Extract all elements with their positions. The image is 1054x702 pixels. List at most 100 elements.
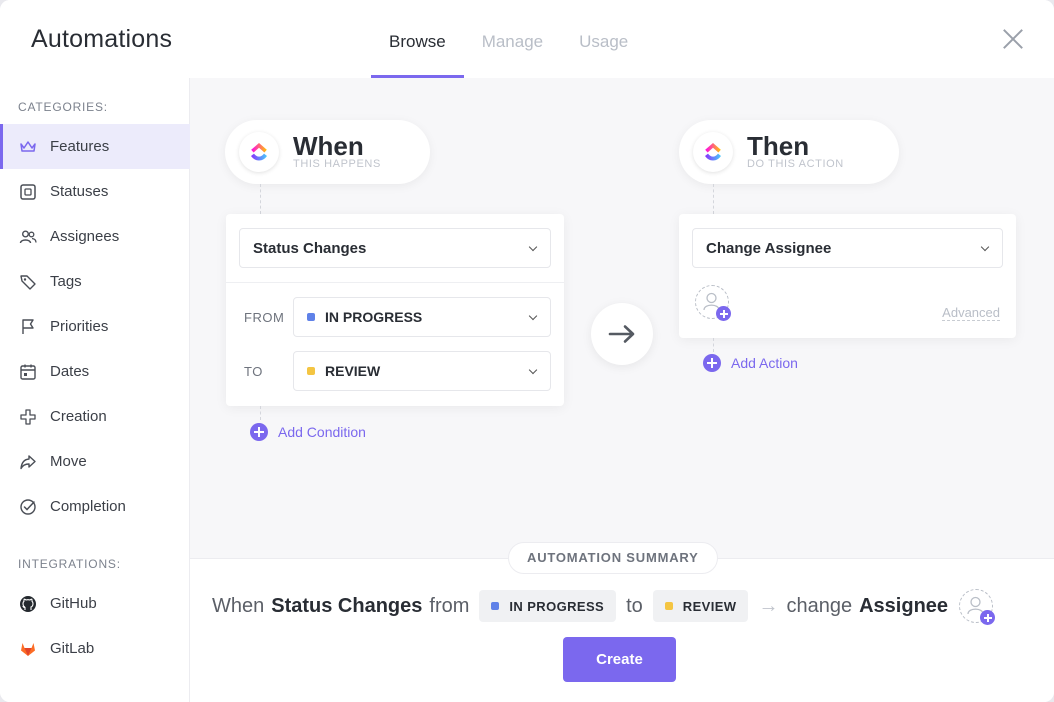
check-circle-icon <box>19 498 37 516</box>
then-header-text: Then DO THIS ACTION <box>747 131 844 170</box>
tab-bar: Browse Manage Usage <box>371 0 646 78</box>
sidebar-item-github[interactable]: GitHub <box>0 581 190 626</box>
from-status-select[interactable]: IN PROGRESS <box>293 297 551 337</box>
crown-icon <box>19 138 37 156</box>
action-card: Change Assignee Advanced <box>679 214 1016 338</box>
sidebar-item-assignees[interactable]: Assignees <box>0 214 190 259</box>
tab-browse[interactable]: Browse <box>371 0 464 78</box>
integrations-heading: INTEGRATIONS: <box>18 557 121 571</box>
plus-icon <box>250 423 268 441</box>
chevron-down-icon <box>528 365 538 375</box>
chevron-down-icon <box>528 311 538 321</box>
action-select-value: Change Assignee <box>706 239 832 257</box>
tag-icon <box>19 273 37 291</box>
plus-icon <box>703 354 721 372</box>
summary-to-status-label: REVIEW <box>682 598 737 614</box>
sidebar-item-label: Creation <box>50 408 107 425</box>
automations-modal: Automations Browse Manage Usage CATEGORI… <box>0 0 1054 702</box>
sidebar-item-label: Dates <box>50 363 90 380</box>
sidebar-item-label: Statuses <box>50 183 109 200</box>
to-status-value: REVIEW <box>325 363 381 379</box>
add-condition-label: Add Condition <box>278 424 366 440</box>
sidebar-item-tags[interactable]: Tags <box>0 259 190 304</box>
summary-heading: AUTOMATION SUMMARY <box>508 542 718 574</box>
summary-to: to <box>626 594 643 617</box>
trigger-card: Status Changes FROM IN PROGRESS TO REVIE… <box>226 214 564 406</box>
sidebar-item-gitlab[interactable]: GitLab <box>0 626 190 671</box>
tab-usage[interactable]: Usage <box>561 0 646 78</box>
tab-manage[interactable]: Manage <box>464 0 561 78</box>
summary-target: Assignee <box>859 594 949 617</box>
square-icon <box>19 183 37 201</box>
advanced-link[interactable]: Advanced <box>942 305 1000 321</box>
add-condition-button[interactable]: Add Condition <box>250 423 366 441</box>
modal-title: Automations <box>31 25 173 53</box>
summary-change: change <box>786 594 853 617</box>
then-subtitle: DO THIS ACTION <box>747 158 844 170</box>
sidebar-item-label: GitLab <box>50 640 95 657</box>
plus-cross-icon <box>19 408 37 426</box>
add-action-button[interactable]: Add Action <box>703 354 798 372</box>
when-header-text: When THIS HAPPENS <box>293 131 381 170</box>
connector-line <box>260 406 261 420</box>
then-header: Then DO THIS ACTION <box>679 120 899 184</box>
summary-from-status-label: IN PROGRESS <box>509 598 605 614</box>
share-arrow-icon <box>19 453 37 471</box>
arrow-right-icon: → <box>758 594 779 617</box>
chevron-down-icon <box>980 242 990 252</box>
add-action-label: Add Action <box>731 355 798 371</box>
sidebar-item-label: Move <box>50 453 87 470</box>
when-header: When THIS HAPPENS <box>225 120 430 184</box>
automation-summary: AUTOMATION SUMMARY When Status Changes f… <box>190 542 1054 702</box>
sidebar-item-features[interactable]: Features <box>0 124 190 169</box>
then-title: Then <box>747 131 810 161</box>
from-label: FROM <box>244 310 285 325</box>
when-title: When <box>293 131 364 161</box>
summary-from: from <box>429 594 470 617</box>
from-status-value: IN PROGRESS <box>325 309 423 325</box>
sidebar-item-creation[interactable]: Creation <box>0 394 190 439</box>
connector-line <box>713 184 714 214</box>
summary-when: When <box>212 594 265 617</box>
clickup-logo-icon <box>239 132 279 172</box>
sidebar-item-label: Assignees <box>50 228 120 245</box>
connector-line <box>260 184 261 214</box>
status-dot <box>307 367 315 375</box>
clickup-logo-icon <box>693 132 733 172</box>
to-status-select[interactable]: REVIEW <box>293 351 551 391</box>
categories-heading: CATEGORIES: <box>18 100 108 114</box>
close-icon[interactable] <box>1002 28 1024 50</box>
add-assignee-button[interactable] <box>695 285 731 321</box>
plus-icon <box>716 306 731 321</box>
sidebar-item-completion[interactable]: Completion <box>0 484 190 529</box>
flag-icon <box>19 318 37 336</box>
sidebar-item-label: GitHub <box>50 595 97 612</box>
connector-line <box>713 338 714 352</box>
plus-icon <box>980 610 996 625</box>
sidebar-item-priorities[interactable]: Priorities <box>0 304 190 349</box>
modal-header: Automations Browse Manage Usage <box>0 0 1054 78</box>
sidebar-item-statuses[interactable]: Statuses <box>0 169 190 214</box>
automation-builder: When THIS HAPPENS Status Changes FROM IN… <box>190 78 1054 558</box>
summary-from-status: IN PROGRESS <box>479 590 617 622</box>
gitlab-icon <box>19 640 37 658</box>
when-subtitle: THIS HAPPENS <box>293 158 381 170</box>
add-assignee-button[interactable] <box>959 589 996 625</box>
summary-to-status: REVIEW <box>652 590 749 622</box>
trigger-select-value: Status Changes <box>253 239 367 257</box>
calendar-icon <box>19 363 37 381</box>
to-label: TO <box>244 364 263 379</box>
sidebar-item-dates[interactable]: Dates <box>0 349 190 394</box>
summary-sentence: When Status Changes from IN PROGRESS to … <box>212 589 996 625</box>
people-icon <box>19 228 37 246</box>
status-dot <box>491 602 500 610</box>
create-button[interactable]: Create <box>563 637 676 682</box>
sidebar-item-label: Features <box>50 138 110 155</box>
sidebar-item-move[interactable]: Move <box>0 439 190 484</box>
chevron-down-icon <box>528 242 538 252</box>
status-dot <box>307 313 315 321</box>
sidebar-item-label: Tags <box>50 273 82 290</box>
sidebar-item-label: Priorities <box>50 318 109 335</box>
trigger-select[interactable]: Status Changes <box>239 228 551 268</box>
action-select[interactable]: Change Assignee <box>692 228 1003 268</box>
